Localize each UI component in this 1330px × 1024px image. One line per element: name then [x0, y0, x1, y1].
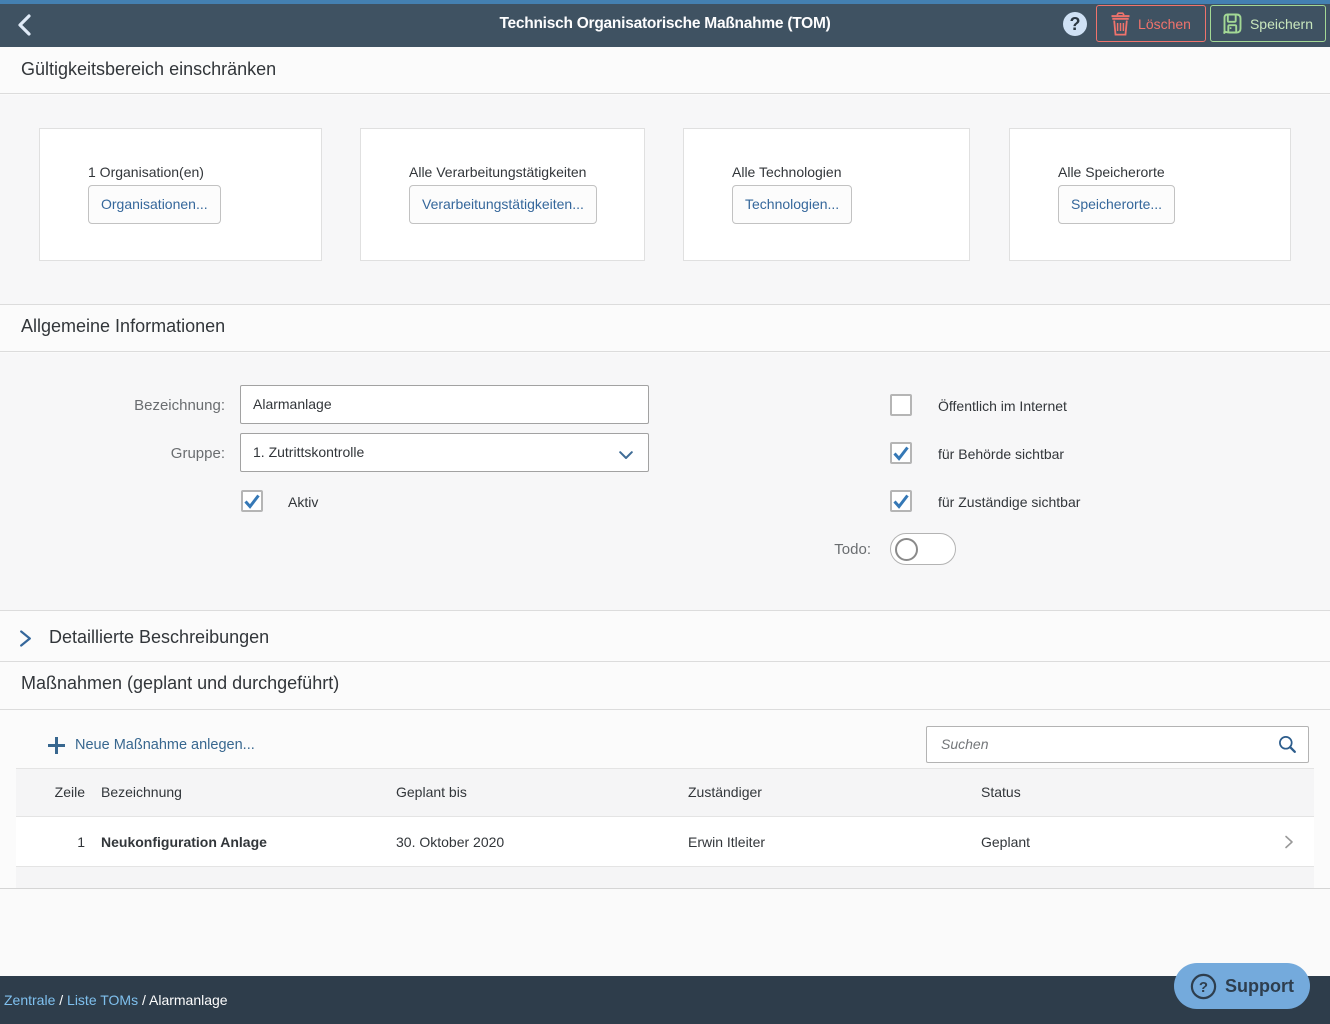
- svg-text:?: ?: [1199, 979, 1208, 996]
